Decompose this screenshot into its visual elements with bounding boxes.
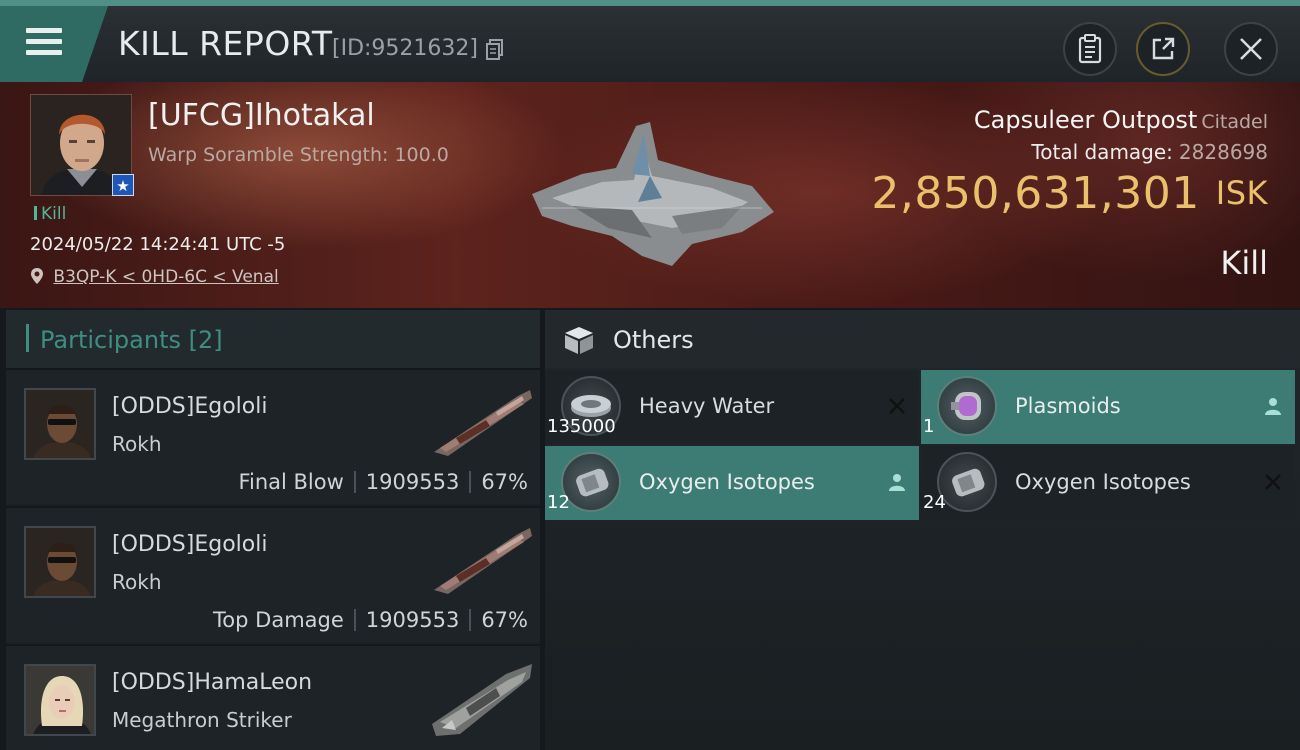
victim-name[interactable]: [UFCG]Ihotakal [148,98,375,133]
participants-panel: Participants [2] [ODDS]Egololi Rokh Fina… [6,310,540,750]
item-name: Heavy Water [639,394,775,418]
target-name: Capsuleer Outpost Citadel [974,106,1268,134]
menu-button[interactable] [0,6,108,82]
participants-header-accent [26,324,29,352]
item-name: Oxygen Isotopes [1015,470,1191,494]
copy-icon[interactable] [486,39,504,61]
close-button[interactable] [1224,22,1278,76]
menu-icon-bar [26,50,62,55]
others-title: Others [613,326,694,354]
kill-location[interactable]: B3QP-K < 0HD-6C < Venal [30,267,279,287]
participant-damage: 1909553 [365,470,460,494]
menu-icon [26,28,62,33]
plasmoids-icon [937,376,997,436]
ship-image [434,528,532,594]
report-id: [ID:9521632] [332,36,478,61]
clipboard-icon [1078,34,1102,64]
participant-portrait [26,666,94,734]
total-damage-label: Total damage: [1031,140,1173,164]
item-quantity: 24 [923,492,946,513]
participant-percent: 67% [481,608,528,632]
total-damage-value: 2828698 [1178,140,1268,164]
participant-damage: 1909553 [365,608,460,632]
item-oxygen-isotopes[interactable]: 12 Oxygen Isotopes [545,446,919,520]
item-quantity: 12 [547,492,570,513]
item-name: Plasmoids [1015,394,1121,418]
isk-unit: ISK [1215,174,1268,212]
participant-row[interactable]: [ODDS]Egololi Rokh Final Blow 1909553 67% [6,368,540,504]
clipboard-button[interactable] [1063,22,1117,76]
participant-percent: 67% [481,470,528,494]
kill-tag-bar [34,206,37,220]
cargo-box-icon [565,327,593,354]
participants-title: Participants [2] [40,326,223,354]
oxygen-isotopes-icon [937,452,997,512]
x-icon [889,398,905,414]
participants-header[interactable]: Participants [2] [6,310,540,368]
share-button[interactable] [1136,22,1190,76]
item-oxygen-isotopes[interactable]: 24 Oxygen Isotopes [921,446,1295,520]
item-name: Oxygen Isotopes [639,470,815,494]
location-pin-icon [31,268,43,284]
warp-scramble-strength: Warp Soramble Strength: 100.0 [148,144,449,166]
avatar [24,526,96,598]
participant-stats: Final Blow 1909553 67% [238,470,528,494]
divider [353,471,356,493]
item-quantity: 1 [923,416,935,437]
participant-ship: Rokh [112,570,162,594]
title-bar: KILL REPORT [ID:9521632] [0,0,1300,82]
participant-role: Final Blow [238,470,344,494]
participant-name[interactable]: [ODDS]HamaLeon [112,670,312,695]
participant-name[interactable]: [ODDS]Egololi [112,532,267,557]
participant-ship: Rokh [112,432,162,456]
page-title: KILL REPORT [118,24,333,63]
participant-stats: Top Damage 1909553 67% [213,608,528,632]
avatar [24,664,96,736]
isk-amount: 2,850,631,301 [871,168,1200,219]
kill-tag: Kill [34,204,66,224]
citadel-structure-image [532,122,774,266]
divider [469,609,472,631]
target-name-text: Capsuleer Outpost [973,106,1198,134]
others-panel: Others 135000 Heavy Water 1 Plasmoids 12… [545,310,1300,750]
isk-value: 2,850,631,301 ISK [871,168,1268,219]
share-icon [1152,37,1175,60]
participant-role: Top Damage [213,608,344,632]
x-icon [1265,474,1281,490]
item-quantity: 135000 [547,416,616,437]
participant-portrait [26,390,94,458]
person-icon [1265,398,1281,415]
kill-datetime: 2024/05/22 14:24:41 UTC -5 [30,234,286,255]
participant-portrait [26,528,94,596]
item-heavy-water[interactable]: 135000 Heavy Water [545,370,919,444]
divider [469,471,472,493]
avatar [24,388,96,460]
item-plasmoids[interactable]: 1 Plasmoids [921,370,1295,444]
divider [353,609,356,631]
participant-row[interactable]: [ODDS]HamaLeon Megathron Striker [6,644,540,750]
participant-name[interactable]: [ODDS]Egololi [112,394,267,419]
total-damage: Total damage: 2828698 [1031,140,1268,164]
kill-result: Kill [1220,244,1268,282]
location-link[interactable]: B3QP-K < 0HD-6C < Venal [53,267,278,287]
target-type: Citadel [1201,111,1268,133]
ship-image [432,664,532,736]
others-header: Others [545,310,1300,368]
participant-row[interactable]: [ODDS]Egololi Rokh Top Damage 1909553 67% [6,506,540,642]
kill-tag-label: Kill [41,204,67,224]
oxygen-isotopes-icon [561,452,621,512]
close-icon [1240,38,1262,60]
star-badge-icon: ★ [112,174,134,196]
person-icon [889,474,905,491]
ship-image [434,390,532,456]
kill-summary-banner: ★ [UFCG]Ihotakal Warp Soramble Strength:… [0,82,1300,308]
menu-icon-bar [26,39,62,44]
participant-ship: Megathron Striker [112,708,292,732]
